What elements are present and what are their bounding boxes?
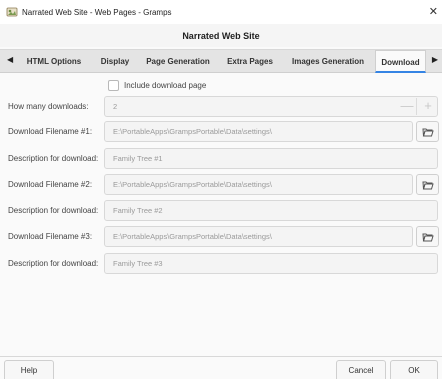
download-filename-1-label: Download Filename #1: xyxy=(8,127,93,136)
include-download-label: Include download page xyxy=(124,81,207,90)
dialog-header: Narrated Web Site xyxy=(0,24,442,47)
window-title: Narrated Web Site - Web Pages - Gramps xyxy=(22,7,172,17)
download-description-1-input[interactable]: Family Tree #1 xyxy=(104,148,438,169)
download-description-3-input[interactable]: Family Tree #3 xyxy=(104,253,438,274)
cancel-button[interactable]: Cancel xyxy=(336,360,386,379)
folder-open-icon xyxy=(421,233,434,241)
tab-download[interactable]: Download xyxy=(375,50,426,73)
tab-strip: ◀ HTML Options Display Page Generation E… xyxy=(0,49,442,73)
download-description-3-label: Description for download: xyxy=(8,259,99,268)
gramps-app-icon xyxy=(6,6,18,18)
footer-divider xyxy=(0,356,442,357)
spinner-divider xyxy=(416,98,417,115)
increment-button[interactable]: + xyxy=(418,96,438,117)
tab-page-generation[interactable]: Page Generation xyxy=(140,50,216,73)
download-filename-1-input[interactable]: E:\PortableApps\GrampsPortable\Data\sett… xyxy=(104,121,413,142)
browse-folder-3-button[interactable] xyxy=(416,226,439,247)
tab-images-generation[interactable]: Images Generation xyxy=(286,50,370,73)
download-filename-3-input[interactable]: E:\PortableApps\GrampsPortable\Data\sett… xyxy=(104,226,413,247)
include-download-checkbox[interactable] xyxy=(108,80,119,91)
tab-display[interactable]: Display xyxy=(94,50,136,73)
folder-open-icon xyxy=(421,181,434,189)
browse-folder-2-button[interactable] xyxy=(416,174,439,195)
page-title: Narrated Web Site xyxy=(182,30,260,41)
download-filename-2-input[interactable]: E:\PortableApps\GrampsPortable\Data\sett… xyxy=(104,174,413,195)
download-filename-2-label: Download Filename #2: xyxy=(8,180,93,189)
close-icon[interactable]: ✕ xyxy=(429,5,438,18)
ok-button[interactable]: OK xyxy=(390,360,438,379)
help-button[interactable]: Help xyxy=(4,360,54,379)
include-download-row[interactable]: Include download page xyxy=(108,80,206,91)
download-description-2-label: Description for download: xyxy=(8,206,99,215)
download-filename-3-label: Download Filename #3: xyxy=(8,232,93,241)
browse-folder-1-button[interactable] xyxy=(416,121,439,142)
download-description-2-input[interactable]: Family Tree #2 xyxy=(104,200,438,221)
decrement-button[interactable]: — xyxy=(397,96,417,117)
tab-scroll-left-icon[interactable]: ◀ xyxy=(7,55,13,64)
download-description-1-label: Description for download: xyxy=(8,154,99,163)
tab-scroll-right-icon[interactable]: ▶ xyxy=(432,55,438,64)
tab-extra-pages[interactable]: Extra Pages xyxy=(222,50,278,73)
folder-open-icon xyxy=(421,128,434,136)
how-many-label: How many downloads: xyxy=(8,102,89,111)
window-titlebar: Narrated Web Site - Web Pages - Gramps ✕ xyxy=(0,0,442,24)
how-many-spinner-input[interactable]: 2 xyxy=(104,96,438,117)
tab-html-options[interactable]: HTML Options xyxy=(18,50,90,73)
